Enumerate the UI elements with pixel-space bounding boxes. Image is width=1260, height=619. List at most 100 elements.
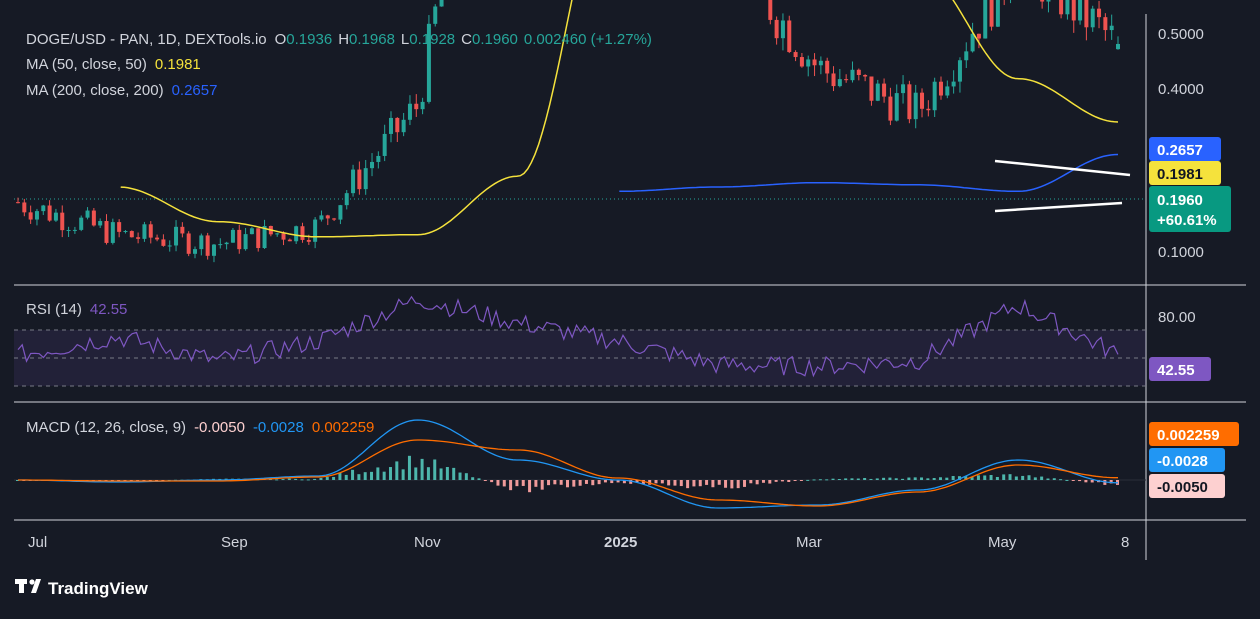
histogram-bar	[730, 480, 734, 489]
histogram-bar	[1008, 474, 1012, 480]
candle-body	[920, 92, 925, 109]
candle-body	[913, 92, 918, 120]
histogram-bar	[306, 479, 310, 481]
candle-body	[332, 218, 337, 220]
candle-body	[932, 81, 937, 111]
histogram-bar	[863, 477, 867, 480]
candle-body	[1103, 17, 1108, 31]
candle-body	[888, 96, 893, 121]
candle-body	[945, 86, 950, 96]
candle-body	[926, 108, 931, 111]
candle-body	[401, 119, 406, 133]
change-value: 0.002460 (+1.27%)	[524, 31, 652, 48]
candle-body	[882, 83, 887, 97]
symbol-line: DOGE/USD - PAN, 1D, DEXTools.io	[26, 31, 267, 48]
histogram-bar	[945, 477, 949, 480]
ma200-legend-label: MA (200, close, 200)	[26, 82, 164, 99]
histogram-bar	[1065, 479, 1069, 481]
candle-body	[28, 212, 33, 220]
histogram-bar	[1059, 479, 1063, 481]
histogram-bar	[1014, 476, 1018, 480]
histogram-bar	[799, 480, 803, 481]
candle-body	[287, 239, 292, 242]
ma50-legend-label: MA (50, close, 50)	[26, 56, 147, 73]
macd-legend-label: MACD (12, 26, close, 9)	[26, 419, 186, 436]
histogram-bar	[1084, 480, 1088, 483]
histogram-bar	[357, 474, 361, 480]
histogram-bar	[837, 479, 841, 481]
histogram-bar	[995, 476, 999, 480]
histogram-bar	[761, 480, 765, 483]
candle-body	[72, 229, 77, 231]
ma50-legend-value: 0.1981	[155, 56, 201, 73]
rsi-legend-value: 42.55	[90, 301, 128, 318]
candle-body	[281, 233, 286, 240]
histogram-bar	[667, 480, 671, 486]
histogram-bar	[932, 478, 936, 480]
histogram-bar	[724, 480, 728, 488]
histogram-bar	[275, 479, 279, 481]
histogram-bar	[584, 480, 588, 484]
close-value: 0.1960	[472, 31, 518, 48]
candle-body	[237, 229, 242, 250]
ma200-legend[interactable]: MA (200, close, 200) 0.2657	[26, 82, 217, 99]
candle-body	[1084, 0, 1089, 28]
histogram-bar	[572, 480, 576, 487]
histogram-bar	[844, 478, 848, 480]
histogram-bar	[926, 478, 930, 480]
candle-body	[983, 0, 988, 39]
candle-body	[79, 217, 84, 230]
rsi-legend[interactable]: RSI (14) 42.55	[26, 301, 127, 318]
ohlc-legend[interactable]: DOGE/USD - PAN, 1D, DEXTools.io O0.1936 H0…	[26, 31, 652, 48]
macd-legend[interactable]: MACD (12, 26, close, 9) -0.0050 -0.0028 0.0…	[26, 419, 374, 436]
histogram-bar	[483, 480, 487, 481]
candle-body	[894, 93, 899, 121]
macd-legend-macd: -0.0028	[253, 419, 304, 436]
time-tick-label: May	[988, 534, 1017, 551]
histogram-bar	[496, 480, 500, 486]
histogram-bar	[856, 478, 860, 480]
histogram-bar	[698, 480, 702, 487]
candle-body	[22, 202, 27, 213]
ma200-legend-value: 0.2657	[172, 82, 218, 99]
candle-body	[901, 84, 906, 94]
candle-body	[1097, 8, 1102, 18]
histogram-bar	[1040, 476, 1044, 480]
macd-legend-signal: 0.002259	[312, 419, 375, 436]
candle-body	[300, 226, 305, 240]
candle-body	[41, 205, 46, 212]
candle-body	[211, 244, 216, 256]
ma50-badge-text: 0.1981	[1157, 166, 1203, 183]
histogram-bar	[332, 476, 336, 480]
histogram-bar	[521, 480, 525, 486]
candle-body	[224, 242, 229, 245]
candle-body	[319, 215, 324, 220]
candle-body	[193, 249, 198, 254]
histogram-bar	[818, 479, 822, 481]
candle-body	[142, 224, 147, 239]
price-tick-label: 0.5000	[1158, 26, 1204, 43]
candle-body	[294, 226, 299, 242]
histogram-bar	[407, 455, 411, 480]
candle-body	[186, 233, 191, 254]
candle-body	[117, 222, 122, 232]
histogram-bar	[913, 477, 917, 480]
candle-body	[856, 69, 861, 76]
high-label: H	[338, 31, 349, 48]
candle-body	[869, 76, 874, 101]
candle-body	[249, 228, 254, 235]
time-tick-label: Nov	[414, 534, 441, 551]
histogram-bar	[401, 469, 405, 480]
macd-signal-badge-text: 0.002259	[1157, 427, 1220, 444]
histogram-bar	[1090, 480, 1094, 483]
histogram-bar	[603, 480, 607, 483]
rsi-legend-label: RSI (14)	[26, 301, 82, 318]
candle-body	[180, 226, 185, 234]
candle-body	[793, 52, 798, 58]
ma50-legend[interactable]: MA (50, close, 50) 0.1981	[26, 56, 201, 73]
candle-body	[414, 103, 419, 110]
candle-body	[1078, 0, 1083, 21]
candle-body	[407, 103, 412, 120]
candle-body	[357, 169, 362, 190]
candle-body	[951, 81, 956, 87]
